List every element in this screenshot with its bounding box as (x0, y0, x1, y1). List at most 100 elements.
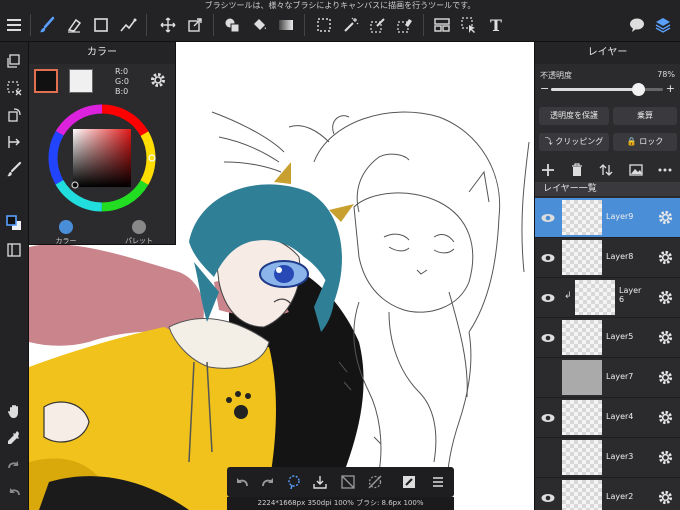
layer-thumbnail (562, 400, 602, 435)
layer-settings-gear-icon[interactable] (657, 249, 674, 266)
color-panel: カラー R:0 G:0 B:0 カラー パレット (29, 42, 176, 245)
rotate-icon[interactable] (3, 104, 25, 126)
select-rect-icon[interactable] (313, 14, 335, 36)
layer-thumbnail (562, 360, 602, 395)
toolbar-divider (213, 14, 214, 36)
bottom-menu-icon[interactable] (428, 472, 448, 492)
color-settings-gear-icon[interactable] (149, 71, 167, 89)
eraser-icon[interactable] (63, 14, 85, 36)
clipping-button[interactable]: ⤵ クリッピング (539, 133, 609, 151)
move-layer-icon[interactable] (597, 161, 615, 179)
tool-hint: ブラシツールは、様々なブラシによりキャンバスに描画を行うツールです。 (204, 1, 476, 10)
layer-thumbnail (562, 200, 602, 235)
palette-icon (132, 220, 146, 234)
opacity-slider[interactable] (551, 83, 663, 96)
undo-icon[interactable] (3, 481, 25, 503)
opacity-slider-knob[interactable] (632, 83, 646, 96)
move-icon[interactable] (157, 14, 179, 36)
rectangle-icon[interactable] (90, 14, 112, 36)
more-icon[interactable] (656, 161, 674, 179)
redo-icon[interactable] (258, 472, 278, 492)
visibility-eye-icon[interactable] (541, 251, 555, 265)
layer-thumbnail (575, 280, 615, 315)
save-download-icon[interactable] (310, 472, 330, 492)
visibility-eye-icon[interactable] (541, 331, 555, 345)
layer-settings-gear-icon[interactable] (657, 209, 674, 226)
text-icon[interactable]: T (485, 14, 507, 36)
rgb-r-value: R:0 (115, 67, 129, 76)
left-toolbar (0, 42, 29, 510)
layer-settings-gear-icon[interactable] (657, 369, 674, 386)
tab-palette[interactable]: パレット (109, 220, 169, 246)
layer-name: Layer8 (606, 252, 634, 261)
sub-color-swatch[interactable] (69, 69, 93, 93)
transform-icon[interactable] (184, 14, 206, 36)
hand-icon[interactable] (3, 400, 25, 422)
color-swap-icon[interactable] (3, 212, 25, 234)
selection-clear-icon[interactable] (3, 77, 25, 99)
visibility-eye-icon[interactable] (541, 291, 555, 305)
layer-name: Layer2 (606, 492, 634, 501)
color-wheel[interactable] (46, 102, 158, 214)
redo-icon[interactable] (3, 454, 25, 476)
delete-layer-icon[interactable] (568, 161, 586, 179)
layer-list-title: レイヤー一覧 (535, 182, 680, 196)
fill-icon[interactable] (221, 14, 243, 36)
top-toolbar: ブラシツールは、様々なブラシによりキャンバスに描画を行うツールです。 T (0, 0, 680, 42)
pages-icon[interactable] (3, 50, 25, 72)
opacity-increase-button[interactable]: + (666, 82, 675, 95)
layer-name: Layer5 (606, 332, 634, 341)
layer-settings-gear-icon[interactable] (657, 409, 674, 426)
layer-panel-toggle-icon[interactable] (3, 239, 25, 261)
deselect-icon[interactable] (365, 472, 385, 492)
rgb-b-value: B:0 (115, 87, 129, 96)
opacity-decrease-button[interactable]: − (540, 82, 549, 95)
smudge-icon[interactable] (117, 14, 139, 36)
select-pen-icon[interactable] (367, 14, 389, 36)
layer-settings-gear-icon[interactable] (657, 449, 674, 466)
bucket-icon[interactable] (248, 14, 270, 36)
gradient-icon[interactable] (275, 14, 297, 36)
layer-row[interactable]: Layer8 (535, 238, 680, 278)
layer-row[interactable]: Layer9 (535, 198, 680, 238)
layer-row[interactable]: Layer7 (535, 358, 680, 398)
layer-settings-gear-icon[interactable] (657, 289, 674, 306)
add-layer-icon[interactable] (539, 161, 557, 179)
lock-button[interactable]: 🔒 ロック (613, 133, 677, 151)
color-panel-title: カラー (29, 42, 175, 64)
layer-row[interactable]: Layer5 (535, 318, 680, 358)
invert-selection-icon[interactable] (338, 472, 358, 492)
brush-icon[interactable] (36, 14, 58, 36)
layer-row[interactable]: Layer2 (535, 478, 680, 510)
layer-row[interactable]: Layer4 (535, 398, 680, 438)
layers-icon[interactable] (652, 14, 674, 36)
magic-wand-icon[interactable] (340, 14, 362, 36)
layer-settings-gear-icon[interactable] (657, 329, 674, 346)
lasso-select-icon[interactable] (284, 472, 304, 492)
visibility-eye-icon[interactable] (541, 491, 555, 505)
undo-icon[interactable] (232, 472, 252, 492)
menu-icon[interactable] (3, 14, 25, 36)
toolbar-divider (30, 14, 31, 36)
brush-settings-icon[interactable] (3, 158, 25, 180)
blend-mode-button[interactable]: 乗算 (613, 107, 677, 125)
protect-alpha-button[interactable]: 透明度を保護 (539, 107, 609, 125)
opacity-slider-fill (551, 88, 639, 91)
layer-row[interactable]: ↲ Layer 6 (535, 278, 680, 318)
rgb-g-value: G:0 (115, 77, 129, 86)
layout-icon[interactable] (431, 14, 453, 36)
layer-row[interactable]: Layer3 (535, 438, 680, 478)
chat-icon[interactable] (626, 14, 648, 36)
select-move-icon[interactable] (458, 14, 480, 36)
tab-color[interactable]: カラー (36, 220, 96, 246)
layer-settings-gear-icon[interactable] (657, 489, 674, 506)
eyedropper-icon[interactable] (3, 427, 25, 449)
ruler-icon[interactable] (3, 131, 25, 153)
add-image-layer-icon[interactable] (627, 161, 645, 179)
layer-name: Layer3 (606, 452, 634, 461)
main-color-swatch[interactable] (34, 69, 58, 93)
select-eraser-icon[interactable] (394, 14, 416, 36)
visibility-eye-icon[interactable] (541, 411, 555, 425)
ink-icon[interactable] (399, 472, 419, 492)
visibility-eye-icon[interactable] (541, 211, 555, 225)
